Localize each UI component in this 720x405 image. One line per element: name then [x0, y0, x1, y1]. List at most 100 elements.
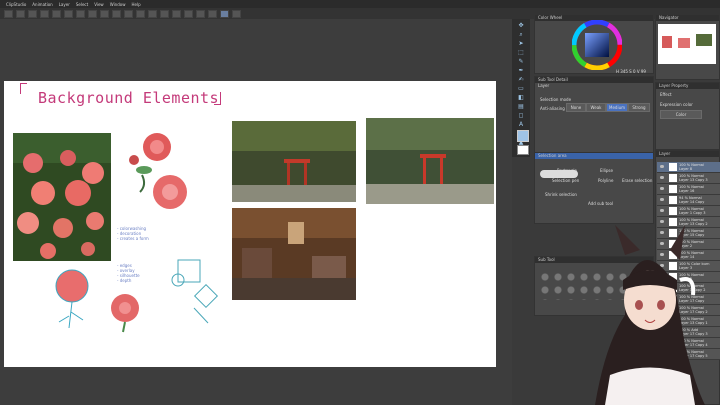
menu-item-clipstudio[interactable]: ClipStudio [6, 2, 26, 7]
crop-button[interactable] [136, 9, 145, 18]
operation-tool-icon[interactable]: ➤ [517, 40, 525, 47]
notes-list-1: - colorwashing - decoration - creates a … [117, 226, 149, 241]
layer-thumbnail [669, 174, 677, 182]
layer-thumbnail [669, 207, 677, 215]
snap-ruler-button[interactable] [160, 9, 169, 18]
layer-name: Layer 8 [679, 167, 693, 171]
layer-row[interactable]: 94 % Normal Layer 14 Copy [657, 195, 720, 206]
layer-thumbnail [669, 196, 677, 204]
layer-label: Layer [538, 83, 550, 88]
tool-selection-pen[interactable]: Selection pen [552, 178, 579, 183]
transform-button[interactable] [88, 9, 97, 18]
tool-polyline[interactable]: Polyline [598, 178, 613, 183]
eraser-tool-icon[interactable]: ▭ [517, 85, 525, 92]
fill-button[interactable] [76, 9, 85, 18]
sub-tool-detail-title: Sub Tool Detail [535, 77, 653, 83]
eye-icon[interactable] [660, 187, 664, 190]
new-button[interactable] [4, 9, 13, 18]
snap-button[interactable] [148, 9, 157, 18]
redo-button[interactable] [52, 9, 61, 18]
ruler-button[interactable] [184, 9, 193, 18]
navigator-preview[interactable] [658, 24, 716, 64]
aa-medium-button[interactable]: Medium [606, 103, 628, 112]
selection-button[interactable] [196, 9, 205, 18]
layer-row[interactable]: 100 % Normal Layer 1 Copy 3 [657, 206, 720, 217]
brush-tool-icon[interactable]: ✍ [517, 76, 525, 83]
selection-area-panel: Selection area [534, 152, 654, 224]
fill-tool-icon[interactable]: ◧ [517, 94, 525, 101]
main-color-swatch[interactable] [517, 130, 529, 142]
open-button[interactable] [16, 9, 25, 18]
shrink-selection-label[interactable]: Shrink selection [545, 192, 577, 197]
selection-area-title: Selection area [535, 153, 653, 159]
note-line: - creates a form [117, 236, 149, 241]
notes-list-2: - edges - overlay - silhouette - depth [117, 263, 140, 283]
rose-photo [13, 133, 111, 261]
rose-sketch [55, 269, 89, 329]
interior-photo [232, 208, 356, 300]
zoom-tool-icon[interactable]: ⌕ [517, 31, 525, 38]
menu-item-help[interactable]: Help [131, 2, 140, 7]
navigator-title: Navigator [656, 15, 719, 21]
vtuber-avatar [595, 225, 705, 405]
zoom-button[interactable] [232, 9, 241, 18]
menu-item-animation[interactable]: Animation [32, 2, 52, 7]
layer-thumbnail [669, 163, 677, 171]
invert-button[interactable] [112, 9, 121, 18]
expression-color-select[interactable]: Color [660, 110, 702, 119]
title-bracket-left [20, 83, 27, 94]
layer-row[interactable]: 100 % Normal Layer 13 Copy 3 [657, 173, 720, 184]
selection-tool-icon[interactable]: ⬚ [517, 49, 525, 56]
layer-row[interactable]: 100 % Normal Layer 8 [657, 162, 720, 173]
aa-none-button[interactable]: None [566, 103, 586, 112]
selection-mode-label: Selection mode [540, 97, 572, 102]
menu-bar: ClipStudio Animation Layer Select View Window… [0, 0, 720, 8]
shrine-painting [366, 118, 494, 204]
pen-tool-icon[interactable]: ✒ [517, 67, 525, 74]
eye-icon[interactable] [660, 220, 664, 223]
shrine-photo [232, 121, 356, 202]
aa-weak-button[interactable]: Weak [586, 103, 606, 112]
add-sub-tool-button[interactable]: Add sub tool [588, 201, 613, 206]
move-tool-icon[interactable]: ✥ [517, 22, 525, 29]
expand-button[interactable] [124, 9, 133, 18]
gradient-tool-icon[interactable]: ▤ [517, 103, 525, 110]
figure-tool-icon[interactable]: ◻ [517, 112, 525, 119]
menu-item-view[interactable]: View [94, 2, 104, 7]
menu-item-window[interactable]: Window [110, 2, 126, 7]
sub-color-swatch[interactable] [517, 145, 529, 155]
text-tool-icon[interactable]: A [517, 121, 525, 128]
color-wheel[interactable] [572, 20, 622, 70]
eye-icon[interactable] [660, 209, 664, 212]
eye-icon[interactable] [660, 198, 664, 201]
menu-item-layer[interactable]: Layer [59, 2, 70, 7]
layer-name: Layer 13 Copy 3 [679, 178, 708, 182]
eye-icon[interactable] [660, 165, 664, 168]
save-button[interactable] [28, 9, 37, 18]
layer-name: Layer 1 Copy 3 [679, 211, 706, 215]
tool-ellipse[interactable]: Ellipse [600, 168, 613, 173]
layer-button[interactable] [208, 9, 217, 18]
view-button[interactable] [220, 9, 229, 18]
layer-thumbnail [669, 185, 677, 193]
rose-illustration [129, 133, 187, 209]
expression-color-label: Expression color [660, 102, 693, 107]
layer-name: Layer 16 [679, 189, 695, 193]
small-rose [111, 294, 139, 333]
anti-aliasing-label: Anti-aliasing [540, 106, 565, 111]
undo-button[interactable] [40, 9, 49, 18]
layer-panel-title: Layer [656, 151, 719, 157]
tool-erase-selection[interactable]: Erase selection [622, 178, 652, 183]
grid-button[interactable] [172, 9, 181, 18]
color-values: H 345 S 0 V 99 [616, 69, 646, 74]
canvas-title: Background Elements [38, 89, 220, 107]
note-line: - depth [117, 278, 132, 283]
tool-rectangle[interactable]: Rectangle [557, 168, 577, 173]
aa-strong-button[interactable]: Strong [628, 103, 650, 112]
menu-item-select[interactable]: Select [76, 2, 88, 7]
eyedropper-tool-icon[interactable]: ✎ [517, 58, 525, 65]
eye-icon[interactable] [660, 176, 664, 179]
clear-button[interactable] [64, 9, 73, 18]
deselect-button[interactable] [100, 9, 109, 18]
layer-row[interactable]: 100 % Normal Layer 16 [657, 184, 720, 195]
